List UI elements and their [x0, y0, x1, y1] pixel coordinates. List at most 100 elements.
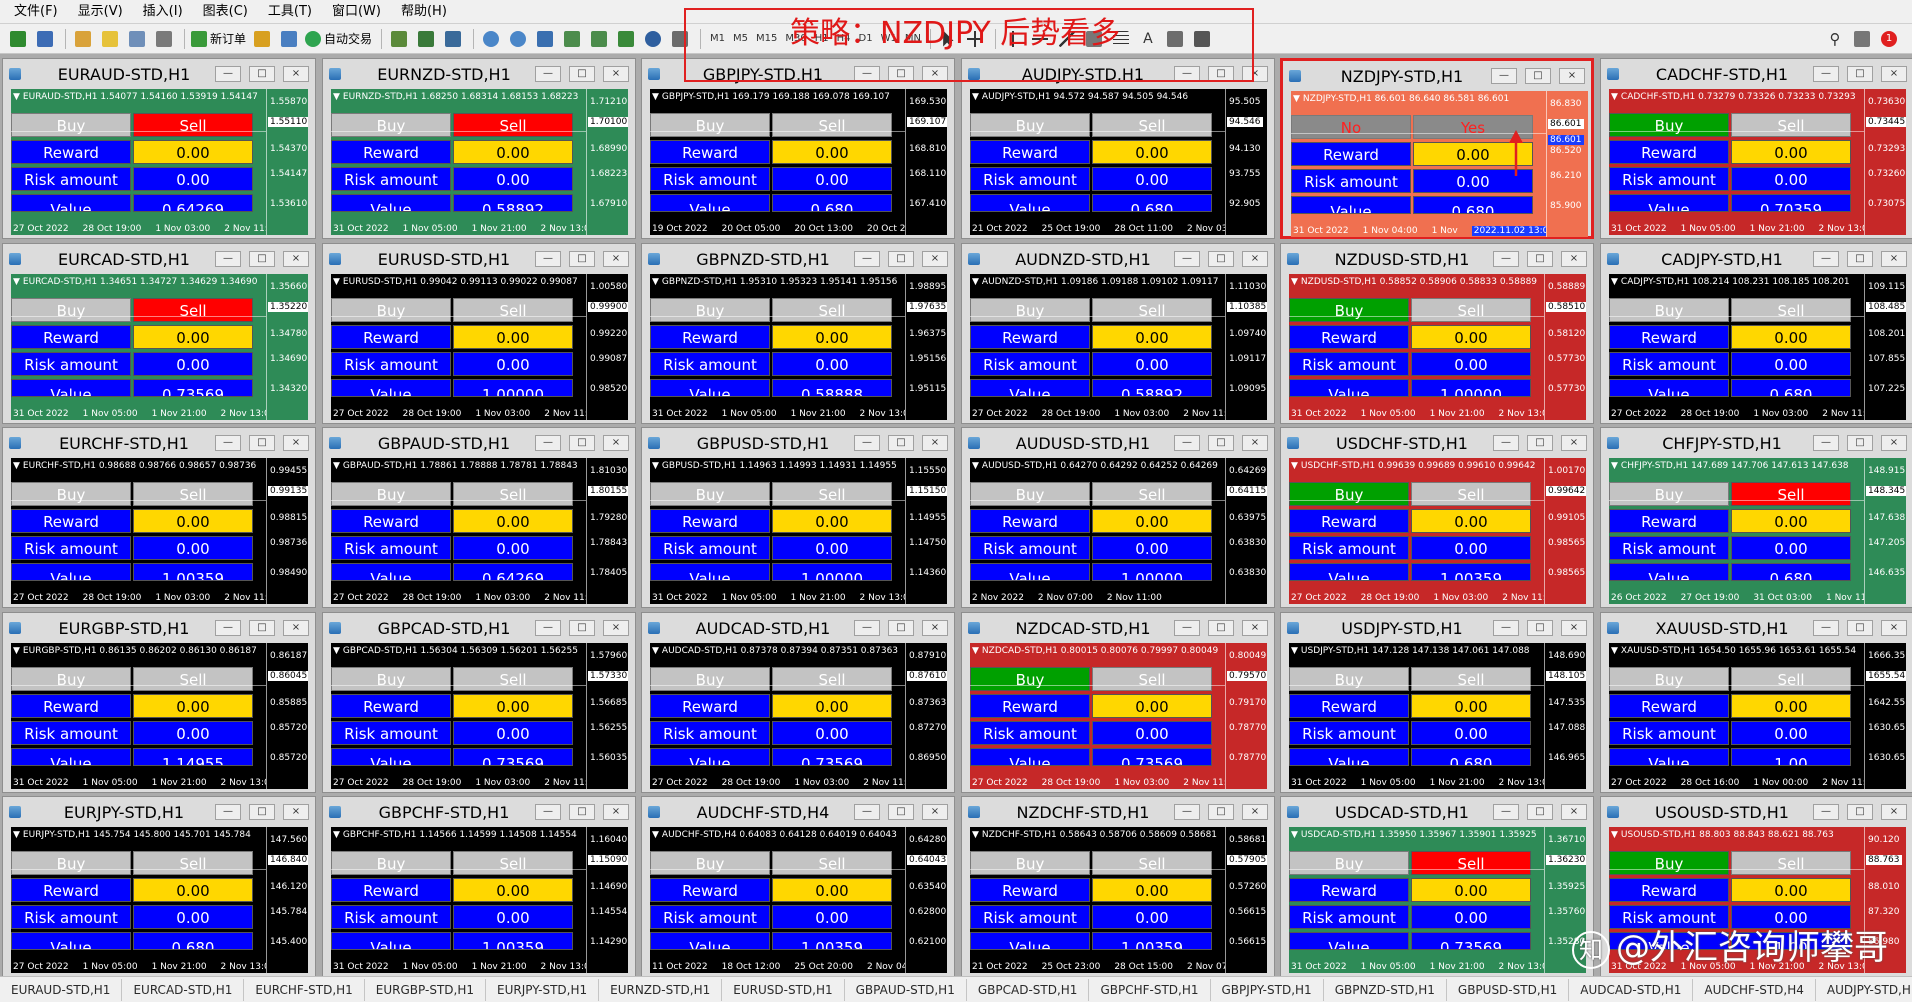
messages-button[interactable] [1850, 27, 1874, 51]
chart-plot[interactable]: ▼ AUDJPY-STD,H1 94.572 94.587 94.505 94.5… [970, 89, 1225, 235]
minimize-button[interactable]: — [854, 435, 880, 451]
value-field[interactable]: 0.58888 [772, 379, 892, 397]
chart-plot[interactable]: ▼ EURCAD-STD,H1 1.34651 1.34727 1.34629 1… [11, 274, 266, 420]
chart-plot[interactable]: ▼ XAUUSD-STD,H1 1654.50 1655.96 1653.61 1… [1609, 643, 1864, 789]
reward-amount-field[interactable]: 0.00 [453, 509, 573, 533]
chart-area[interactable]: ▼ NZDCAD-STD,H1 0.80015 0.80076 0.79997 0… [970, 643, 1267, 789]
chart-plot[interactable]: ▼ AUDCHF-STD,H4 0.64083 0.64128 0.64019 0… [650, 827, 905, 973]
risk-amount-field[interactable]: 0.00 [1411, 905, 1531, 929]
chart-plot[interactable]: ▼ GBPCAD-STD,H1 1.56304 1.56309 1.56201 1… [331, 643, 586, 789]
value-field[interactable]: 0.680 [1411, 748, 1531, 766]
chart-title-bar[interactable]: NZDUSD-STD,H1— □ × [1281, 244, 1593, 274]
value-field[interactable]: 0.73569 [453, 748, 573, 766]
sell-button[interactable]: Sell [772, 667, 892, 691]
sell-button[interactable]: Sell [1411, 298, 1531, 322]
chart-area[interactable]: ▼ CHFJPY-STD,H1 147.689 147.706 147.613 1… [1609, 458, 1906, 604]
value-field[interactable]: 0.73569 [772, 748, 892, 766]
buy-button[interactable]: Buy [331, 851, 451, 875]
buy-button[interactable]: Buy [1289, 298, 1409, 322]
maximize-button[interactable]: □ [1525, 68, 1551, 84]
chart-plot[interactable]: ▼ CADCHF-STD,H1 0.73279 0.73326 0.73233 0… [1609, 89, 1864, 235]
menu-item[interactable]: 图表(C) [193, 0, 258, 24]
sell-button[interactable]: Sell [772, 482, 892, 506]
close-button[interactable]: × [1881, 435, 1907, 451]
close-button[interactable]: × [603, 251, 629, 267]
risk-amount-field[interactable]: 0.00 [1092, 167, 1212, 191]
minimize-button[interactable]: — [1493, 251, 1519, 267]
chart-plot[interactable]: ▼ EURUSD-STD,H1 0.99042 0.99113 0.99022 0… [331, 274, 586, 420]
buy-button[interactable]: Buy [650, 298, 770, 322]
metaeditor-button[interactable] [250, 27, 274, 51]
maximize-button[interactable]: □ [888, 66, 914, 82]
close-button[interactable]: × [1881, 66, 1907, 82]
chart-area[interactable]: ▼ GBPNZD-STD,H1 1.95310 1.95323 1.95141 1… [650, 274, 947, 420]
maximize-button[interactable]: □ [1208, 66, 1234, 82]
sell-button[interactable]: Sell [453, 851, 573, 875]
risk-amount-field[interactable]: 0.00 [1092, 905, 1212, 929]
menu-item[interactable]: 显示(V) [68, 0, 133, 24]
buy-button[interactable]: Buy [970, 298, 1090, 322]
chart-title-bar[interactable]: EURNZD-STD,H1— □ × [323, 59, 635, 89]
maximize-button[interactable]: □ [249, 620, 275, 636]
risk-amount-field[interactable]: 0.00 [1411, 352, 1531, 376]
chart-area[interactable]: ▼ EURCAD-STD,H1 1.34651 1.34727 1.34629 1… [11, 274, 308, 420]
sell-button[interactable]: Sell [1092, 113, 1212, 137]
chart-title-bar[interactable]: GBPCHF-STD,H1— □ × [323, 797, 635, 827]
buy-button[interactable]: Buy [331, 298, 451, 322]
chart-title-bar[interactable]: EURCAD-STD,H1— □ × [3, 244, 315, 274]
value-field[interactable]: 0.680 [1731, 379, 1851, 397]
buy-button[interactable]: Buy [650, 851, 770, 875]
chart-area[interactable]: ▼ EURAUD-STD,H1 1.54077 1.54160 1.53919 1… [11, 89, 308, 235]
chart-window[interactable]: USDCAD-STD,H1— □ × ▼ USDCAD-STD,H1 1.35950 1… [1280, 796, 1594, 977]
chart-title-bar[interactable]: GBPUSD-STD,H1— □ × [642, 428, 954, 458]
risk-amount-field[interactable]: 0.00 [772, 536, 892, 560]
risk-amount-field[interactable]: 0.00 [1731, 721, 1851, 745]
chart-window[interactable]: GBPCAD-STD,H1— □ × ▼ GBPCAD-STD,H1 1.56304 1… [322, 612, 636, 793]
minimize-button[interactable]: — [1813, 435, 1839, 451]
maximize-button[interactable]: □ [1208, 435, 1234, 451]
value-field[interactable]: 0.64269 [453, 563, 573, 581]
reward-amount-field[interactable]: 0.00 [1092, 509, 1212, 533]
chart-title-bar[interactable]: CADCHF-STD,H1— □ × [1601, 59, 1912, 89]
sell-button[interactable]: Sell [1092, 482, 1212, 506]
maximize-button[interactable]: □ [1527, 620, 1553, 636]
chart-plot[interactable]: ▼ USDCAD-STD,H1 1.35950 1.35967 1.35901 1… [1289, 827, 1544, 973]
sell-button[interactable]: Sell [1731, 667, 1851, 691]
chart-area[interactable]: ▼ XAUUSD-STD,H1 1654.50 1655.96 1653.61 1… [1609, 643, 1906, 789]
chart-area[interactable]: ▼ GBPJPY-STD,H1 169.179 169.188 169.078 1… [650, 89, 947, 235]
close-button[interactable]: × [1559, 68, 1585, 84]
risk-amount-field[interactable]: 0.00 [1731, 352, 1851, 376]
chart-title-bar[interactable]: NZDCHF-STD,H1— □ × [962, 797, 1274, 827]
reward-amount-field[interactable]: 0.00 [133, 509, 253, 533]
reward-amount-field[interactable]: 0.00 [453, 140, 573, 164]
chart-area[interactable]: ▼ GBPCAD-STD,H1 1.56304 1.56309 1.56201 1… [331, 643, 628, 789]
maximize-button[interactable]: □ [569, 66, 595, 82]
chart-tab[interactable]: AUDJPY-STD,H1 [1816, 979, 1912, 1001]
chart-title-bar[interactable]: AUDCHF-STD,H4— □ × [642, 797, 954, 827]
value-field[interactable]: 0.680 [133, 932, 253, 950]
buy-button[interactable]: Buy [11, 298, 131, 322]
risk-amount-field[interactable]: 0.00 [1731, 536, 1851, 560]
reward-amount-field[interactable]: 0.00 [1092, 325, 1212, 349]
chart-window[interactable]: NZDCAD-STD,H1— □ × ▼ NZDCAD-STD,H1 0.80015 0… [961, 612, 1275, 793]
risk-amount-field[interactable]: 0.00 [772, 352, 892, 376]
timeframe-m1-button[interactable]: M1 [706, 33, 729, 44]
maximize-button[interactable]: □ [1208, 804, 1234, 820]
maximize-button[interactable]: □ [888, 804, 914, 820]
chart-area[interactable]: ▼ AUDUSD-STD,H1 0.64270 0.64292 0.64252 0… [970, 458, 1267, 604]
chart-window[interactable]: AUDUSD-STD,H1— □ × ▼ AUDUSD-STD,H1 0.64270 0… [961, 427, 1275, 608]
minimize-button[interactable]: — [1493, 804, 1519, 820]
timeframe-m15-button[interactable]: M15 [752, 33, 781, 44]
value-field[interactable]: 1.00000 [453, 379, 573, 397]
value-field[interactable]: 0.680 [1092, 194, 1212, 212]
chart-window[interactable]: EURNZD-STD,H1— □ × ▼ EURNZD-STD,H1 1.68250 1… [322, 58, 636, 239]
risk-amount-field[interactable]: 0.00 [453, 352, 573, 376]
chart-area[interactable]: ▼ AUDNZD-STD,H1 1.09186 1.09188 1.09102 1… [970, 274, 1267, 420]
maximize-button[interactable]: □ [1847, 804, 1873, 820]
chart-window[interactable]: GBPJPY-STD,H1— □ × ▼ GBPJPY-STD,H1 169.179 1… [641, 58, 955, 239]
sell-button[interactable]: Sell [1092, 851, 1212, 875]
value-field[interactable]: 1.00359 [1092, 932, 1212, 950]
chart-plot[interactable]: ▼ AUDCAD-STD,H1 0.87378 0.87394 0.87351 0… [650, 643, 905, 789]
close-button[interactable]: × [603, 435, 629, 451]
chart-tab[interactable]: EURCAD-STD,H1 [122, 978, 245, 1001]
